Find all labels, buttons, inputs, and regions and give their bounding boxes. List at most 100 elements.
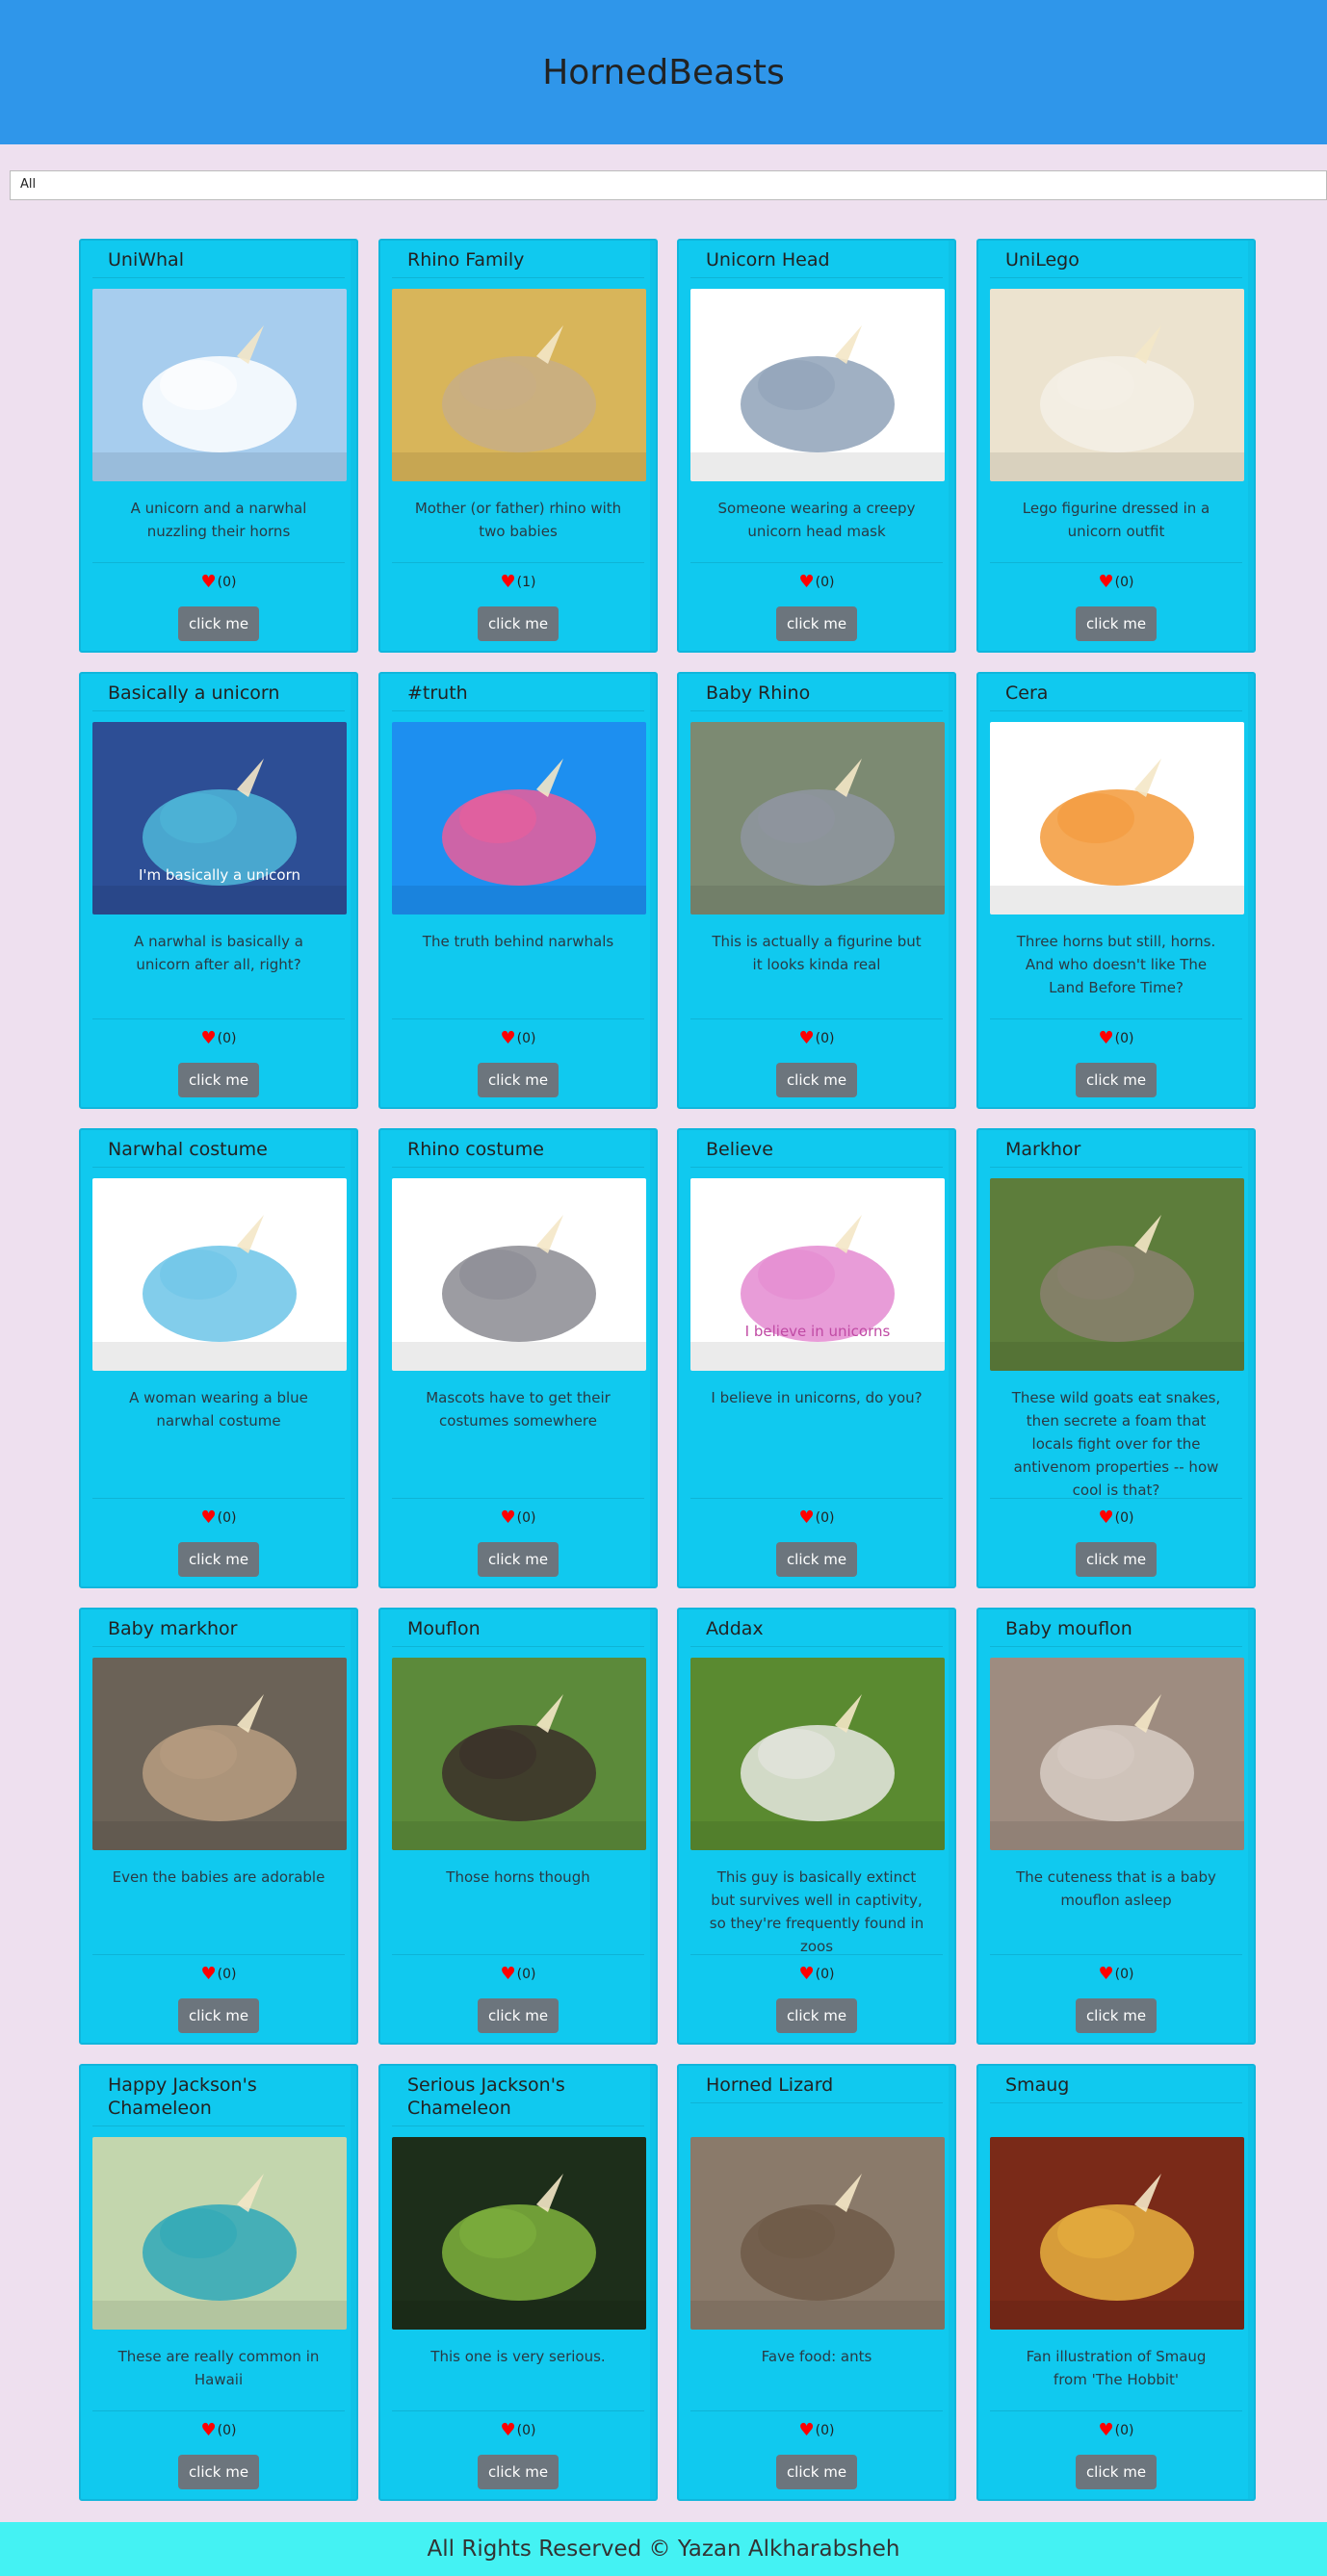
beast-image[interactable] — [690, 1658, 945, 1850]
vote-count-value: (0) — [1114, 1966, 1134, 1982]
vote-button[interactable]: click me — [776, 1542, 857, 1577]
card-title: Cera — [990, 682, 1242, 711]
beast-card: UniLego Lego figurine dressed in a unico… — [976, 239, 1256, 653]
beast-image[interactable] — [92, 289, 347, 481]
beast-image[interactable] — [392, 1658, 646, 1850]
card-title: Baby Rhino — [690, 682, 943, 711]
card-description: The cuteness that is a baby mouflon asle… — [1016, 1868, 1216, 1909]
beast-image[interactable] — [690, 722, 945, 914]
beast-image[interactable] — [690, 1178, 945, 1371]
vote-count: ♥ (0) — [990, 562, 1242, 601]
heart-icon: ♥ — [500, 572, 516, 592]
beast-image[interactable] — [392, 1178, 646, 1371]
vote-button[interactable]: click me — [178, 2455, 259, 2489]
beast-card: Addax This guy is basically extinct but … — [677, 1608, 956, 2045]
beast-image[interactable] — [990, 1178, 1244, 1371]
card-description: Fave food: ants — [761, 2348, 872, 2365]
vote-button[interactable]: click me — [776, 606, 857, 641]
footer-text: All Rights Reserved © Yazan Alkharabsheh — [427, 2537, 900, 2562]
beast-image[interactable] — [990, 2137, 1244, 2330]
vote-count-value: (0) — [516, 2422, 536, 2438]
card-description: I believe in unicorns, do you? — [711, 1389, 923, 1406]
vote-button[interactable]: click me — [178, 1998, 259, 2033]
beast-card: #truth The truth behind narwhals ♥ (0) c… — [378, 672, 658, 1109]
beast-card: UniWhal A unicorn and a narwhal nuzzling… — [79, 239, 358, 653]
beast-card: Mouflon Those horns though ♥ (0) click m… — [378, 1608, 658, 2045]
vote-count-value: (0) — [217, 1966, 237, 1982]
vote-count: ♥ (0) — [92, 1954, 345, 1993]
heart-icon: ♥ — [1098, 2420, 1114, 2440]
beast-image[interactable] — [92, 1658, 347, 1850]
vote-button[interactable]: click me — [478, 1063, 559, 1097]
vote-count: ♥ (0) — [392, 1954, 644, 1993]
vote-button[interactable]: click me — [478, 1542, 559, 1577]
beast-card: Happy Jackson's Chameleon These are real… — [79, 2064, 358, 2501]
beast-image[interactable] — [392, 722, 646, 914]
vote-count: ♥ (0) — [392, 1018, 644, 1057]
beast-image[interactable] — [92, 722, 347, 914]
card-description: These wild goats eat snakes, then secret… — [1011, 1389, 1221, 1499]
heart-icon: ♥ — [500, 1028, 516, 1048]
card-title: Unicorn Head — [690, 248, 943, 278]
heart-icon: ♥ — [798, 1507, 815, 1528]
vote-count: ♥ (0) — [92, 1498, 345, 1536]
heart-icon: ♥ — [200, 1507, 217, 1528]
vote-button[interactable]: click me — [178, 1542, 259, 1577]
card-description: This is actually a figurine but it looks… — [712, 933, 922, 973]
beast-card: Believe I believe in unicorns, do you? ♥… — [677, 1128, 956, 1588]
vote-count: ♥ (0) — [690, 2410, 943, 2449]
vote-button[interactable]: click me — [1076, 1542, 1157, 1577]
beast-image[interactable] — [92, 1178, 347, 1371]
vote-count-value: (1) — [516, 574, 536, 590]
vote-button[interactable]: click me — [1076, 1063, 1157, 1097]
card-description: Fan illustration of Smaug from 'The Hobb… — [1026, 2348, 1207, 2388]
card-description: A unicorn and a narwhal nuzzling their h… — [130, 500, 307, 540]
beast-image[interactable] — [92, 2137, 347, 2330]
vote-button[interactable]: click me — [478, 2455, 559, 2489]
vote-count-value: (0) — [217, 2422, 237, 2438]
beast-image[interactable] — [392, 2137, 646, 2330]
card-description: Lego figurine dressed in a unicorn outfi… — [1022, 500, 1210, 540]
card-title: Addax — [690, 1617, 943, 1647]
beast-card: Rhino Family Mother (or father) rhino wi… — [378, 239, 658, 653]
vote-button[interactable]: click me — [776, 1063, 857, 1097]
card-description: Three horns but still, horns. And who do… — [1016, 933, 1216, 996]
card-title: Rhino costume — [392, 1138, 644, 1168]
card-description: Those horns though — [446, 1868, 590, 1886]
vote-button[interactable]: click me — [776, 2455, 857, 2489]
beast-card: Baby markhor Even the babies are adorabl… — [79, 1608, 358, 2045]
heart-icon: ♥ — [798, 572, 815, 592]
vote-count: ♥ (0) — [990, 1018, 1242, 1057]
beast-image[interactable] — [990, 722, 1244, 914]
vote-button[interactable]: click me — [478, 606, 559, 641]
heart-icon: ♥ — [1098, 1507, 1114, 1528]
vote-button[interactable]: click me — [178, 1063, 259, 1097]
vote-button[interactable]: click me — [478, 1998, 559, 2033]
vote-button[interactable]: click me — [1076, 2455, 1157, 2489]
vote-count-value: (0) — [815, 574, 835, 590]
card-title: Baby markhor — [92, 1617, 345, 1647]
page-title: HornedBeasts — [542, 52, 785, 92]
vote-count-value: (0) — [1114, 574, 1134, 590]
card-description: Mascots have to get their costumes somew… — [426, 1389, 611, 1430]
beast-image[interactable] — [690, 289, 945, 481]
card-title: Narwhal costume — [92, 1138, 345, 1168]
card-description: Even the babies are adorable — [112, 1868, 325, 1886]
card-title: UniWhal — [92, 248, 345, 278]
beast-card: Markhor These wild goats eat snakes, the… — [976, 1128, 1256, 1588]
card-description: Mother (or father) rhino with two babies — [414, 500, 622, 540]
beast-image[interactable] — [392, 289, 646, 481]
beast-image[interactable] — [990, 1658, 1244, 1850]
vote-count-value: (0) — [1114, 1030, 1134, 1046]
heart-icon: ♥ — [798, 1028, 815, 1048]
vote-button[interactable]: click me — [178, 606, 259, 641]
vote-count: ♥ (0) — [690, 1018, 943, 1057]
horn-filter-select[interactable]: All — [10, 170, 1327, 200]
vote-button[interactable]: click me — [1076, 606, 1157, 641]
vote-button[interactable]: click me — [776, 1998, 857, 2033]
vote-count-value: (0) — [217, 1509, 237, 1526]
beast-image[interactable] — [690, 2137, 945, 2330]
vote-button[interactable]: click me — [1076, 1998, 1157, 2033]
beast-card: Baby Rhino This is actually a figurine b… — [677, 672, 956, 1109]
beast-image[interactable] — [990, 289, 1244, 481]
